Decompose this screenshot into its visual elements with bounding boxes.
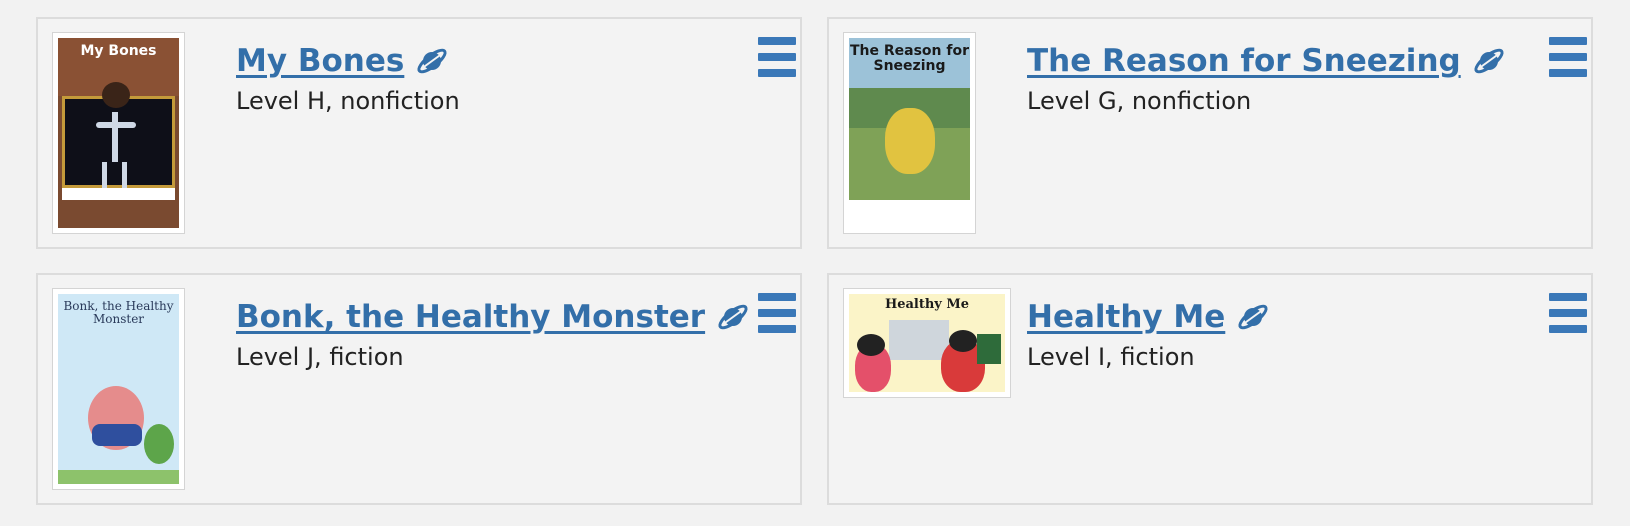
book-cover-image[interactable]: Bonk, the Healthy Monster [52, 288, 185, 490]
planet-icon[interactable] [1473, 45, 1505, 77]
planet-icon[interactable] [1237, 301, 1269, 333]
book-level: Level G, nonfiction [1027, 87, 1252, 115]
book-title-link[interactable]: My Bones [236, 43, 404, 79]
book-card: Bonk, the Healthy Monster Bonk, the Heal… [36, 273, 802, 505]
book-card: My Bones My Bones Level H, nonfiction [36, 17, 802, 249]
hamburger-menu-icon[interactable] [1549, 37, 1587, 77]
book-level: Level I, fiction [1027, 343, 1195, 371]
cover-text: Healthy Me [884, 297, 970, 312]
book-cover-image[interactable]: The Reason for Sneezing [843, 32, 976, 234]
planet-icon[interactable] [717, 301, 749, 333]
hamburger-menu-icon[interactable] [758, 37, 796, 77]
cover-text: My Bones [80, 43, 157, 59]
book-cover-image[interactable]: My Bones [52, 32, 185, 234]
book-level: Level J, fiction [236, 343, 404, 371]
cover-text: The Reason for Sneezing [849, 43, 969, 75]
book-card: The Reason for Sneezing The Reason for S… [827, 17, 1593, 249]
hamburger-menu-icon[interactable] [1549, 293, 1587, 333]
book-title-link[interactable]: The Reason for Sneezing [1027, 43, 1461, 79]
book-cover-image[interactable]: Healthy Me [843, 288, 1011, 398]
planet-icon[interactable] [416, 45, 448, 77]
book-title-link[interactable]: Healthy Me [1027, 299, 1225, 335]
book-level: Level H, nonfiction [236, 87, 460, 115]
hamburger-menu-icon[interactable] [758, 293, 796, 333]
book-card: Healthy Me Healthy Me Level I, fiction [827, 273, 1593, 505]
book-title-link[interactable]: Bonk, the Healthy Monster [236, 299, 705, 335]
cover-text: Bonk, the Healthy Monster [63, 299, 174, 327]
